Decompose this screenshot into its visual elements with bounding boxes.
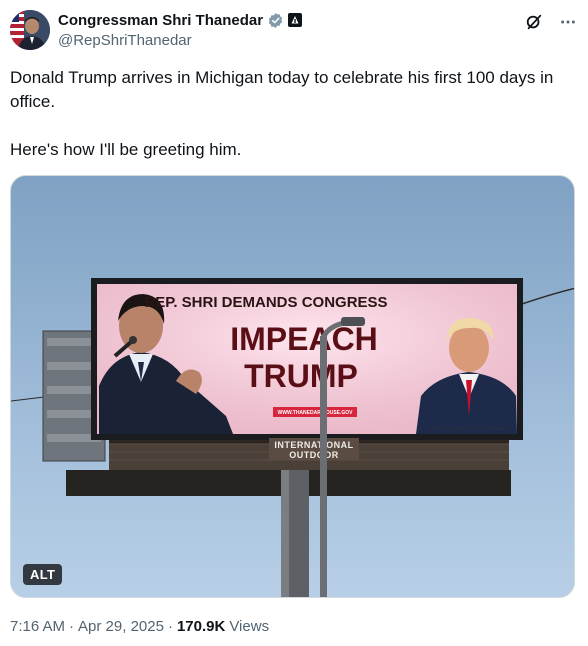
billboard-paid-for: Paid for by: Office of Rep. Shri Thaneda… [433, 426, 506, 431]
verified-badge-icon[interactable] [267, 12, 284, 29]
tweet-date[interactable]: Apr 29, 2025 [78, 618, 164, 635]
government-affiliation-icon[interactable] [288, 13, 303, 27]
tweet-text: Donald Trump arrives in Michigan today t… [10, 66, 578, 162]
billboard-line-impeach: IMPEACH [230, 321, 378, 357]
tweet-time[interactable]: 7:16 AM [10, 618, 65, 635]
meta-separator: · [167, 618, 173, 635]
tweet-text-line2: Here's how I'll be greeting him. [10, 140, 242, 159]
billboard-url: WWW.THANEDAR.HOUSE.GOV [278, 410, 354, 416]
tweet-meta: 7:16 AM · Apr 29, 2025 · 170.9K Views [10, 618, 269, 635]
billboard-headline: REP. SHRI DEMANDS CONGRESS [144, 294, 387, 311]
outdoor-sign-line1: INTERNATIONAL [274, 440, 353, 450]
grok-icon[interactable] [524, 12, 544, 32]
handle[interactable]: @RepShriThanedar [58, 32, 302, 49]
more-icon[interactable] [558, 12, 578, 32]
header-actions [524, 12, 578, 32]
views-count[interactable]: 170.9K [177, 618, 225, 635]
street-light-pole [320, 336, 327, 597]
author-names: Congressman Shri Thanedar @RepShriThaned… [58, 10, 303, 49]
display-name[interactable]: Congressman Shri Thanedar [58, 12, 263, 29]
tweet-photo[interactable]: REP. SHRI DEMANDS CONGRESS IMPEACH TRUMP… [10, 175, 575, 598]
tweet-text-line1: Donald Trump arrives in Michigan today t… [10, 68, 554, 111]
avatar[interactable] [10, 10, 50, 50]
views-label: Views [229, 618, 270, 635]
billboard-line-trump: TRUMP [244, 358, 358, 394]
tweet-header: Congressman Shri Thanedar @RepShriThaned… [10, 8, 578, 52]
outdoor-sign-line2: OUTDOOR [289, 450, 339, 460]
alt-text-badge[interactable]: ALT [23, 564, 63, 585]
meta-separator: · [69, 618, 75, 635]
